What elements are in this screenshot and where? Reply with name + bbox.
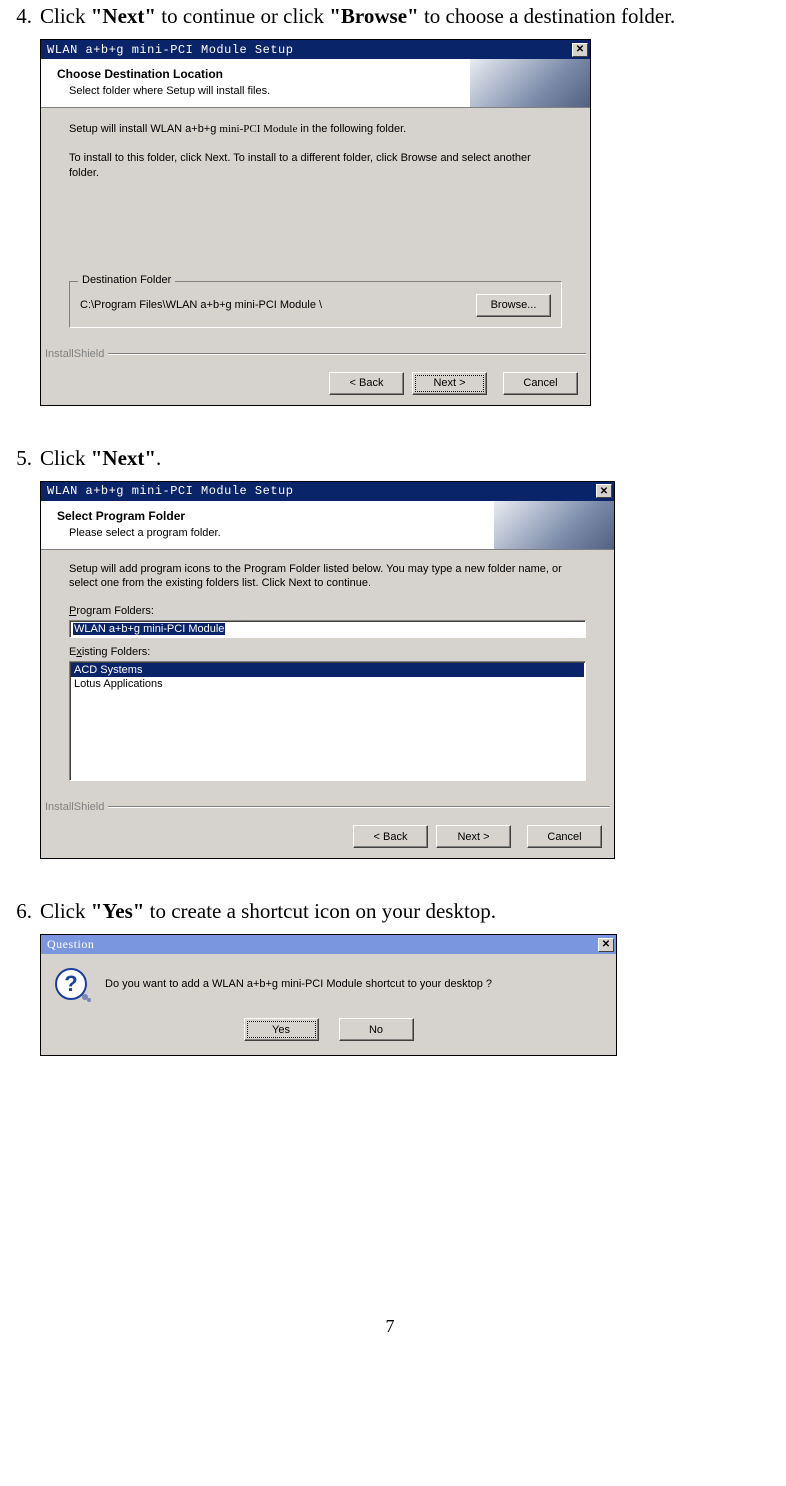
back-button[interactable]: < Back <box>329 372 404 395</box>
step-4: 4. Click "Next" to continue or click "Br… <box>0 4 780 29</box>
dialog-program-folder: WLAN a+b+g mini-PCI Module Setup ✕ Selec… <box>41 482 614 859</box>
dialog-destination: WLAN a+b+g mini-PCI Module Setup ✕ Choos… <box>41 40 590 405</box>
destination-path: C:\Program Files\WLAN a+b+g mini-PCI Mod… <box>80 299 466 311</box>
page-number: 7 <box>0 1316 780 1347</box>
cancel-button[interactable]: Cancel <box>503 372 578 395</box>
question-icon: ? <box>55 968 87 1000</box>
step-5-number: 5. <box>4 446 40 471</box>
next-button[interactable]: Next > <box>436 825 511 848</box>
step-5: 5. Click "Next". <box>0 446 780 471</box>
message-text: Do you want to add a WLAN a+b+g mini-PCI… <box>105 978 492 990</box>
footer-separator: InstallShield <box>45 348 586 360</box>
message-buttons: Yes No <box>55 1018 602 1041</box>
no-button[interactable]: No <box>339 1018 414 1041</box>
existing-folders-list[interactable]: ACD Systems Lotus Applications <box>69 661 586 781</box>
group-legend: Destination Folder <box>78 274 175 286</box>
next-button[interactable]: Next > <box>412 372 487 395</box>
step-4-number: 4. <box>4 4 40 29</box>
dialog-question: Question ✕ ? Do you want to add a WLAN a… <box>41 935 616 1055</box>
footer-separator: InstallShield <box>45 801 610 813</box>
close-icon[interactable]: ✕ <box>572 43 588 57</box>
cancel-button[interactable]: Cancel <box>527 825 602 848</box>
step-4-text: Click "Next" to continue or click "Brows… <box>40 4 780 29</box>
step-6-number: 6. <box>4 899 40 924</box>
step-6: 6. Click "Yes" to create a shortcut icon… <box>0 899 780 924</box>
yes-button[interactable]: Yes <box>244 1018 319 1041</box>
browse-button[interactable]: Browse... <box>476 294 551 317</box>
paragraph-1: Setup will add program icons to the Prog… <box>69 562 586 592</box>
titlebar: WLAN a+b+g mini-PCI Module Setup ✕ <box>41 40 590 59</box>
program-folders-label: Program Folders: <box>69 605 586 617</box>
step-6-text: Click "Yes" to create a shortcut icon on… <box>40 899 780 924</box>
paragraph-2: To install to this folder, click Next. T… <box>69 151 562 181</box>
step-5-text: Click "Next". <box>40 446 780 471</box>
list-item[interactable]: ACD Systems <box>71 663 584 677</box>
back-button[interactable]: < Back <box>353 825 428 848</box>
titlebar: WLAN a+b+g mini-PCI Module Setup ✕ <box>41 482 614 501</box>
destination-group: Destination Folder C:\Program Files\WLAN… <box>69 281 562 328</box>
header-graphic <box>494 501 614 550</box>
message-row: ? Do you want to add a WLAN a+b+g mini-P… <box>55 968 602 1000</box>
wizard-buttons: < Back Next > Cancel <box>41 360 590 405</box>
close-icon[interactable]: ✕ <box>596 484 612 498</box>
header-graphic <box>470 59 590 108</box>
titlebar: Question ✕ <box>41 935 616 954</box>
wizard-header: Choose Destination Location Select folde… <box>41 59 590 108</box>
window-title: WLAN a+b+g mini-PCI Module Setup <box>43 484 594 498</box>
wizard-buttons: < Back Next > Cancel <box>41 813 614 858</box>
window-title: WLAN a+b+g mini-PCI Module Setup <box>43 43 570 57</box>
list-item[interactable]: Lotus Applications <box>71 677 584 691</box>
program-folder-input[interactable]: WLAN a+b+g mini-PCI Module <box>69 620 586 638</box>
existing-folders-label: Existing Folders: <box>69 646 586 658</box>
close-icon[interactable]: ✕ <box>598 938 614 952</box>
wizard-header: Select Program Folder Please select a pr… <box>41 501 614 550</box>
paragraph-1: Setup will install WLAN a+b+g mini-PCI M… <box>69 122 562 137</box>
window-title: Question <box>43 937 596 952</box>
